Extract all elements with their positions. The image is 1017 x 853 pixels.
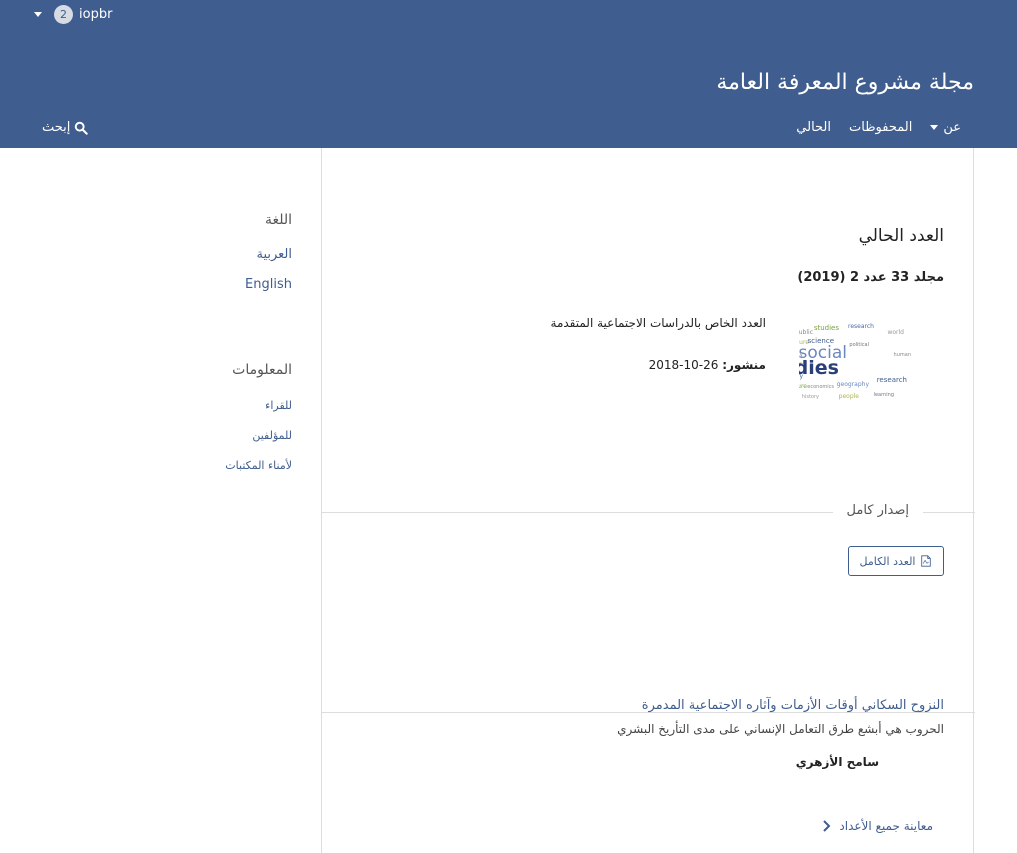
nav-about[interactable]: عن (930, 120, 961, 135)
site-header: 2 iopbr مجلة مشروع المعرفة العامة الحالي… (0, 0, 1017, 148)
language-arabic-link[interactable]: العربية (256, 247, 292, 262)
issue-cover-image[interactable]: public studies research world culture sc… (799, 316, 941, 404)
svg-text:history: history (802, 394, 819, 400)
nav-current[interactable]: الحالي (796, 120, 831, 135)
primary-nav: الحالي المحفوظات عن (796, 120, 961, 135)
published-date: منشور: 26-10-2018 (649, 358, 766, 372)
svg-text:studies: studies (814, 324, 840, 332)
notification-badge: 2 (54, 5, 73, 24)
full-issue-pdf-button[interactable]: العدد الكامل (848, 546, 944, 576)
svg-text:public: public (799, 329, 813, 336)
svg-text:nature: nature (799, 383, 807, 390)
main-content: العدد الحالي مجلد 33 عدد 2 (2019) public… (321, 148, 975, 853)
chevron-down-icon (930, 125, 939, 130)
svg-text:political: political (849, 342, 869, 348)
svg-text:people: people (839, 393, 860, 400)
published-value: 26-10-2018 (648, 358, 719, 372)
svg-text:research: research (877, 376, 907, 384)
search-link[interactable]: إبحث (42, 120, 89, 135)
search-icon (75, 121, 89, 135)
info-readers-link[interactable]: للقراء (265, 399, 292, 412)
chevron-down-icon (34, 12, 42, 17)
svg-text:studies: studies (799, 357, 839, 379)
chevron-right-icon (823, 820, 831, 832)
published-label: منشور: (722, 358, 766, 372)
svg-text:geography: geography (837, 381, 870, 388)
user-menu[interactable]: 2 iopbr (34, 5, 112, 24)
article-subtitle: الحروب هي أبشع طرق التعامل الإنساني على … (617, 722, 944, 736)
info-authors-link[interactable]: للمؤلفين (252, 429, 292, 442)
issue-description: العدد الخاص بالدراسات الاجتماعية المتقدم… (550, 316, 766, 330)
information-block-title: المعلومات (232, 362, 292, 378)
language-english-link[interactable]: English (245, 277, 292, 292)
view-all-issues-link[interactable]: معاينة جميع الأعداد (822, 819, 933, 833)
svg-text:world: world (887, 329, 904, 336)
issue-identification[interactable]: مجلد 33 عدد 2 (2019) (797, 270, 944, 285)
file-pdf-icon (921, 555, 932, 567)
sidebar: اللغة العربية English المعلومات للقراء ل… (0, 148, 321, 853)
svg-text:human: human (894, 352, 911, 358)
article-title-link[interactable]: النزوح السكاني أوقات الأزمات وآثاره الاج… (642, 698, 944, 713)
nav-archives[interactable]: المحفوظات (849, 120, 912, 135)
site-title[interactable]: مجلة مشروع المعرفة العامة (716, 70, 974, 95)
svg-text:learning: learning (874, 392, 894, 398)
article-author: سامح الأزهري (795, 755, 879, 769)
full-issue-heading: إصدار كامل (832, 503, 923, 518)
page-title: العدد الحالي (858, 226, 944, 246)
language-block-title: اللغة (264, 212, 292, 228)
svg-text:research: research (848, 323, 874, 330)
svg-text:economics: economics (807, 384, 834, 390)
username: iopbr (79, 7, 113, 22)
svg-text:study: study (799, 373, 803, 380)
info-librarians-link[interactable]: لأمناء المكتبات (225, 459, 292, 472)
